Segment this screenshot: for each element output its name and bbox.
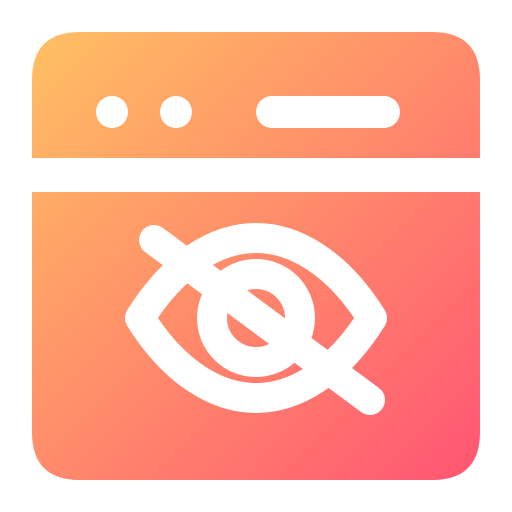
browser-hidden-icon	[32, 32, 480, 480]
window-dot-2	[160, 96, 192, 128]
window-titlebar	[32, 32, 480, 158]
icon-canvas	[0, 0, 512, 512]
window-dot-1	[96, 96, 128, 128]
address-bar	[256, 96, 400, 128]
